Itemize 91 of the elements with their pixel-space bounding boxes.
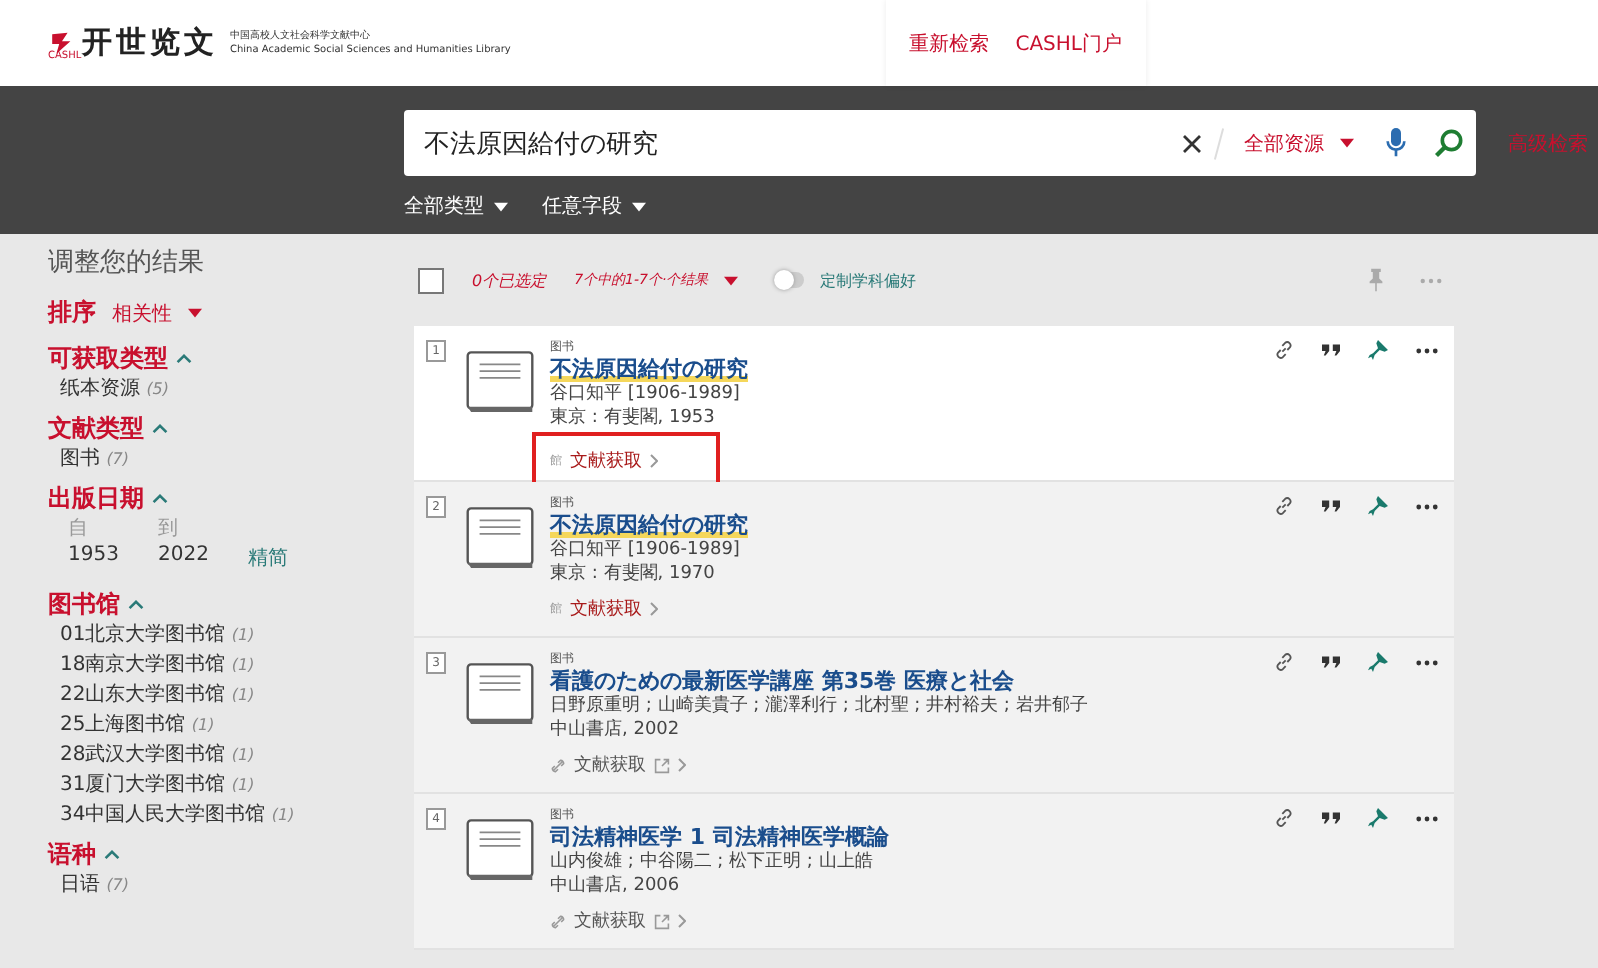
facet-item[interactable]: 18南京大学图书馆 (1) xyxy=(60,650,400,680)
result-detail: 日野原重明 ; 山崎美貴子 ; 瀧澤利行 ; 北村聖 ; 井村裕夫 ; 岩井郁子 xyxy=(550,694,1088,718)
chevron-icon xyxy=(678,914,686,928)
facet-title[interactable]: 可获取类型 xyxy=(48,341,168,375)
result-detail: 東京 : 有斐閣, 1953 xyxy=(550,406,715,430)
range-label: 到 xyxy=(158,516,180,542)
collapse-icon[interactable] xyxy=(128,599,144,609)
access-link[interactable]: 文献获取 xyxy=(574,908,646,934)
chevron-icon xyxy=(650,602,658,616)
result-title-link[interactable]: 不法原因給付の研究 xyxy=(550,512,748,538)
facet-title[interactable]: 出版日期 xyxy=(48,481,144,515)
collapse-icon[interactable] xyxy=(176,353,192,363)
year-field[interactable]: 2022 xyxy=(158,544,248,572)
chevron-icon xyxy=(678,758,686,772)
search-icon[interactable] xyxy=(1434,128,1464,158)
caret-icon xyxy=(632,201,646,211)
caret-icon xyxy=(1340,138,1354,148)
more-icon[interactable] xyxy=(1416,659,1438,665)
year-field[interactable]: 1953 xyxy=(68,544,158,572)
facet-item[interactable]: 日语 (7) xyxy=(60,870,400,900)
filter-dropdown[interactable]: 任意字段 xyxy=(542,192,622,220)
result-title-link[interactable]: 司法精神医学 1 司法精神医学概論 xyxy=(550,824,889,850)
more-icon[interactable] xyxy=(1416,503,1438,509)
logo-title: 开世览文 xyxy=(82,24,218,62)
caret-icon xyxy=(188,308,202,318)
quote-icon[interactable] xyxy=(1322,656,1340,668)
toggle-label: 定制学科偏好 xyxy=(820,269,917,291)
book-icon xyxy=(466,660,534,730)
more-icon[interactable] xyxy=(1416,347,1438,353)
result-detail: 東京 : 有斐閣, 1970 xyxy=(550,562,715,586)
facet-title: 排序 xyxy=(48,296,96,330)
result-detail: 谷口知平 [1906-1989] xyxy=(550,382,740,406)
facet-item[interactable]: 31厦门大学图书馆 (1) xyxy=(60,770,400,800)
facet-item[interactable]: 25上海图书馆 (1) xyxy=(60,710,400,740)
link-icon xyxy=(550,913,566,929)
pin-icon[interactable] xyxy=(1368,496,1388,516)
pin-icon[interactable] xyxy=(1368,808,1388,828)
quote-icon[interactable] xyxy=(1322,500,1340,512)
facet-item[interactable]: 图书 (7) xyxy=(60,444,400,474)
pin-icon[interactable] xyxy=(1368,652,1388,672)
result-detail: 谷口知平 [1906-1989] xyxy=(550,538,740,562)
caret-icon xyxy=(724,275,739,285)
book-icon xyxy=(466,348,534,418)
search-field[interactable]: 不法原因給付の研究 全部资源 xyxy=(404,110,1476,176)
book-icon xyxy=(466,816,534,886)
link-icon[interactable] xyxy=(1274,340,1294,360)
result-detail: 山内俊雄 ; 中谷陽二 ; 松下正明 ; 山上皓 xyxy=(550,850,873,874)
more-icon[interactable] xyxy=(1416,815,1438,821)
collapse-icon[interactable] xyxy=(152,493,168,503)
range-label: 自 xyxy=(68,516,90,542)
book-icon xyxy=(466,504,534,574)
result-title-link[interactable]: 不法原因給付の研究 xyxy=(550,356,748,382)
refine-link[interactable]: 精简 xyxy=(248,544,400,572)
microphone-icon[interactable] xyxy=(1386,126,1406,160)
result-detail: 中山書店, 2006 xyxy=(550,874,680,898)
facet-item[interactable]: 28武汉大学图书馆 (1) xyxy=(60,740,400,770)
link-icon[interactable] xyxy=(1274,496,1294,516)
scope-dropdown[interactable]: 全部资源 xyxy=(1244,129,1324,157)
result-title-link[interactable]: 看護のための最新医学講座 第35巻 医療と社会 xyxy=(550,668,1014,694)
chevron-icon xyxy=(650,454,658,468)
filter-dropdown[interactable]: 全部类型 xyxy=(404,192,484,220)
sort-dropdown[interactable]: 相关性 xyxy=(112,299,172,327)
facet-title[interactable]: 图书馆 xyxy=(48,587,120,621)
facet-item[interactable]: 01北京大学图书馆 (1) xyxy=(60,620,400,650)
toggle-switch[interactable] xyxy=(774,272,805,288)
clear-icon[interactable] xyxy=(1182,133,1202,153)
facet-title[interactable]: 语种 xyxy=(48,837,96,871)
access-link[interactable]: 文献获取 xyxy=(574,752,646,778)
facet-title[interactable]: 文献类型 xyxy=(48,411,144,445)
sidebar-title: 调整您的结果 xyxy=(48,246,206,280)
access-link[interactable]: 文献获取 xyxy=(570,448,642,474)
header-link[interactable]: 重新检索 xyxy=(909,29,990,57)
external-link-icon xyxy=(654,913,670,929)
facet-item[interactable]: 22山东大学图书馆 (1) xyxy=(60,680,400,710)
result-detail: 中山書店, 2002 xyxy=(550,718,680,742)
external-link-icon xyxy=(654,757,670,773)
facet-item[interactable]: 34中国人民大学图书馆 (1) xyxy=(60,800,400,830)
collapse-icon[interactable] xyxy=(104,849,120,859)
link-icon[interactable] xyxy=(1274,808,1294,828)
access-link[interactable]: 文献获取 xyxy=(570,596,642,622)
caret-icon xyxy=(494,201,508,211)
link-icon xyxy=(550,757,566,773)
quote-icon[interactable] xyxy=(1322,344,1340,356)
quote-icon[interactable] xyxy=(1322,812,1340,824)
facet-item[interactable]: 纸本资源 (5) xyxy=(60,374,400,404)
collapse-icon[interactable] xyxy=(152,423,168,433)
selected-count: 0个已选定 xyxy=(472,269,547,291)
pin-icon[interactable] xyxy=(1368,340,1388,360)
link-icon[interactable] xyxy=(1274,652,1294,672)
header-link[interactable]: CASHL门户 xyxy=(1015,29,1122,57)
select-all-checkbox[interactable] xyxy=(418,267,444,293)
